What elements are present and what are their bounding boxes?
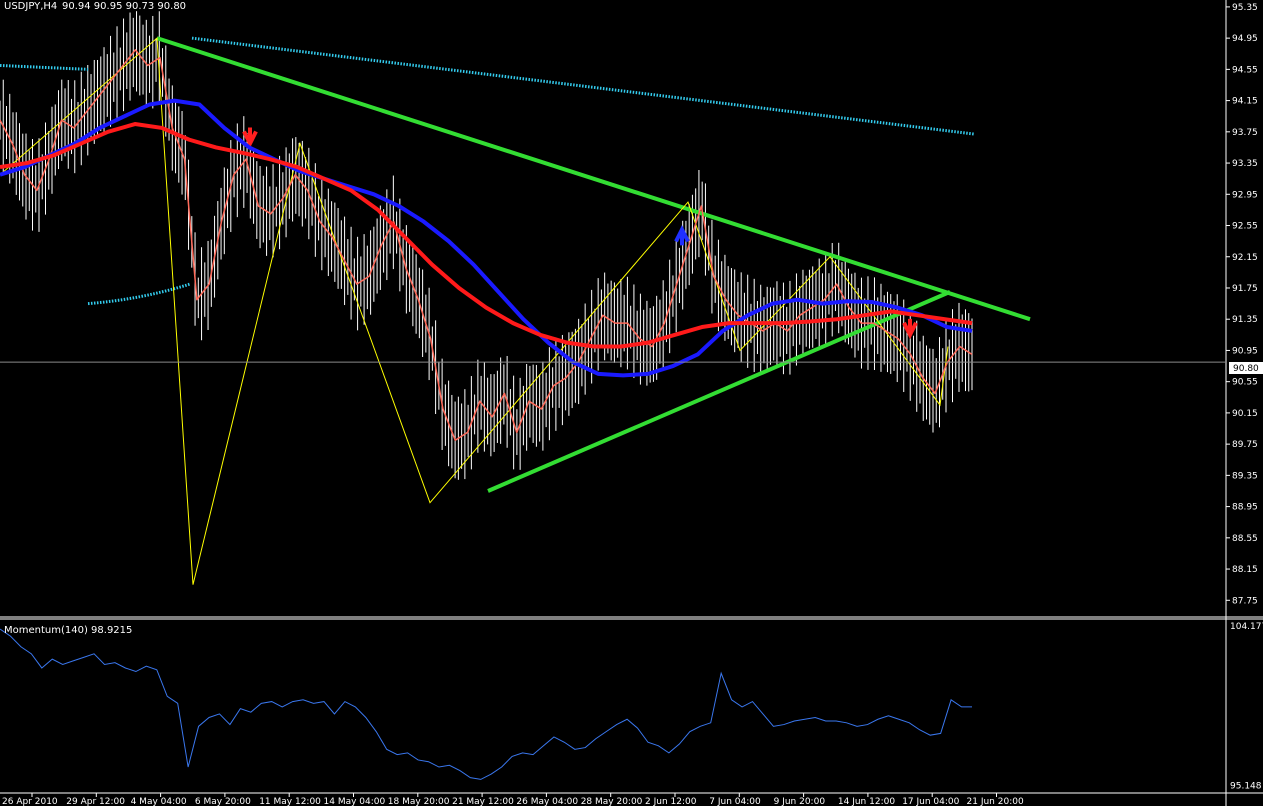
chart-canvas: 95.35 94.95 94.55 94.15 93.75 93.35 92.95 92.55…: [0, 0, 1263, 806]
time-tick-label: 21 May 12:00: [452, 797, 514, 806]
price-tick-label: 92.15: [1232, 253, 1258, 263]
time-tick-label: 2 Jun 12:00: [645, 797, 697, 806]
price-tick-label: 88.15: [1232, 565, 1258, 575]
time-tick-label: 7 Jun 04:00: [709, 797, 761, 806]
price-tick-label: 90.95: [1232, 346, 1258, 356]
symbol-label: USDJPY,H4: [4, 1, 57, 12]
price-tick-label: 93.75: [1232, 128, 1258, 138]
price-tick-label: 94.15: [1232, 97, 1258, 107]
time-tick-label: 28 May 20:00: [581, 797, 643, 806]
price-tick-label: 90.15: [1232, 409, 1258, 419]
current-price-box: 90.80: [1229, 362, 1263, 374]
momentum-tick-label: 95.148: [1230, 782, 1262, 792]
momentum-tick-label: 104.177: [1230, 622, 1263, 632]
ohlc-label: 90.94 90.95 90.73 90.80: [62, 1, 186, 12]
price-tick-label: 95.35: [1232, 3, 1258, 13]
price-tick-label: 93.35: [1232, 159, 1258, 169]
momentum-label: Momentum(140) 98.9215: [4, 625, 132, 636]
price-tick-label: 88.55: [1232, 534, 1258, 544]
time-tick-label: 18 May 20:00: [388, 797, 450, 806]
price-tick-label: 88.95: [1232, 503, 1258, 513]
price-tick-label: 92.95: [1232, 190, 1258, 200]
time-tick-label: 11 May 12:00: [259, 797, 321, 806]
price-tick-label: 91.35: [1232, 315, 1258, 325]
time-tick-label: 29 Apr 12:00: [66, 797, 125, 806]
time-tick-label: 26 May 04:00: [516, 797, 578, 806]
time-tick-label: 4 May 04:00: [131, 797, 187, 806]
price-tick-label: 87.75: [1232, 596, 1258, 606]
price-tick-label: 92.55: [1232, 222, 1258, 232]
price-tick-label: 94.55: [1232, 65, 1258, 75]
price-tick-label: 89.35: [1232, 471, 1258, 481]
price-tick-label: 91.75: [1232, 284, 1258, 294]
price-tick-label: 94.95: [1232, 34, 1258, 44]
time-tick-label: 26 Apr 2010: [2, 797, 58, 806]
time-tick-label: 14 May 04:00: [324, 797, 386, 806]
time-tick-label: 17 Jun 04:00: [902, 797, 959, 806]
price-tick-label: 89.75: [1232, 440, 1258, 450]
time-tick-label: 14 Jun 12:00: [838, 797, 895, 806]
time-tick-label: 21 Jun 20:00: [967, 797, 1024, 806]
current-price-text: 90.80: [1233, 364, 1259, 374]
chart-background: [0, 0, 1263, 806]
time-tick-label: 9 Jun 20:00: [774, 797, 826, 806]
price-tick-label: 90.55: [1232, 378, 1258, 388]
time-tick-label: 6 May 20:00: [195, 797, 251, 806]
